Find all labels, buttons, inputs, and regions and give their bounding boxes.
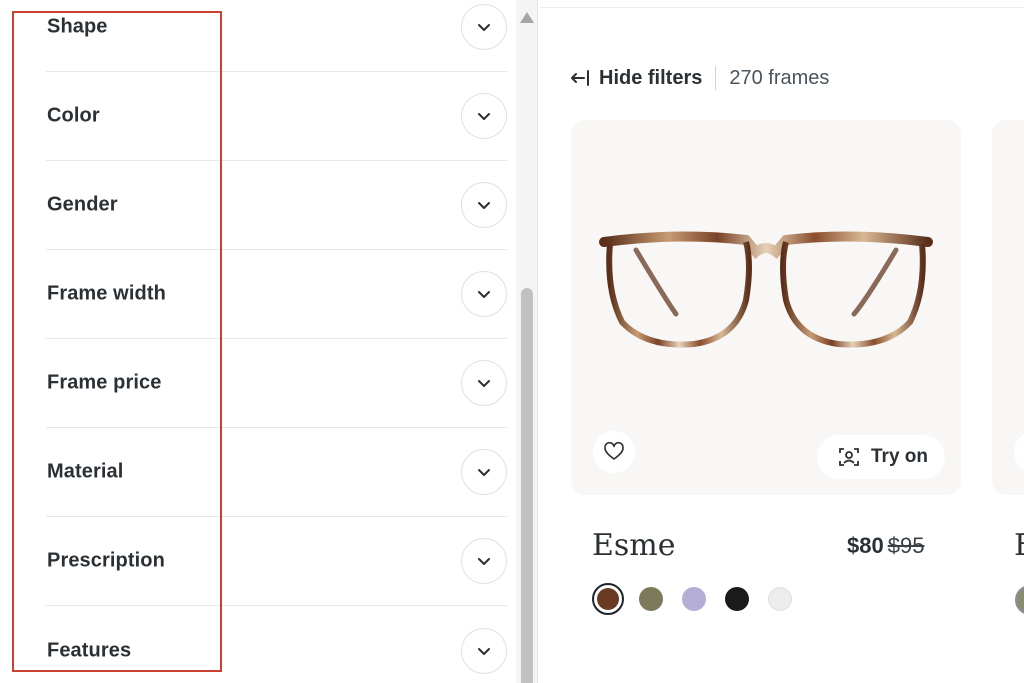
- color-swatch[interactable]: [682, 587, 706, 611]
- filter-color[interactable]: Color: [46, 72, 507, 161]
- filter-label: Shape: [47, 15, 108, 38]
- frame-count: 270 frames: [729, 66, 830, 89]
- expand-frame-width-button[interactable]: [461, 271, 507, 317]
- expand-shape-button[interactable]: [461, 4, 507, 50]
- filter-prescription[interactable]: Prescription: [46, 517, 507, 606]
- expand-color-button[interactable]: [461, 93, 507, 139]
- color-swatch[interactable]: [725, 587, 749, 611]
- expand-material-button[interactable]: [461, 449, 507, 495]
- product-price: $80: [847, 533, 884, 558]
- filter-features[interactable]: Features: [46, 606, 507, 683]
- favorite-button[interactable]: [593, 431, 635, 473]
- next-favorite-button[interactable]: [1014, 431, 1024, 473]
- chevron-down-icon: [478, 380, 490, 387]
- product-price-group: $80 $95: [847, 533, 924, 559]
- chevron-down-icon: [478, 558, 490, 565]
- filter-label: Features: [47, 639, 132, 661]
- chevron-down-icon: [478, 469, 490, 476]
- chevron-down-icon: [478, 647, 490, 655]
- color-swatch[interactable]: [768, 587, 792, 611]
- arrow-left-bar-icon[interactable]: [569, 67, 591, 89]
- filter-label: Gender: [47, 193, 118, 216]
- filter-label: Prescription: [47, 549, 165, 572]
- filter-gender[interactable]: Gender: [46, 161, 507, 250]
- filter-label: Material: [47, 460, 124, 483]
- filter-frame-width[interactable]: Frame width: [46, 250, 507, 339]
- expand-prescription-button[interactable]: [461, 538, 507, 584]
- chevron-down-icon: [478, 113, 490, 120]
- next-color-swatch[interactable]: [1015, 585, 1024, 615]
- scroll-up-arrow-icon[interactable]: [520, 12, 534, 23]
- filter-label: Frame price: [47, 371, 162, 394]
- top-divider: [540, 0, 1024, 8]
- color-swatch[interactable]: [639, 587, 663, 611]
- expand-features-button[interactable]: [461, 627, 507, 674]
- filter-label: Color: [47, 104, 100, 127]
- heart-icon: [604, 441, 624, 460]
- chevron-down-icon: [478, 291, 490, 298]
- glasses-image: [599, 231, 933, 348]
- filter-panel: Shape Color Gender Frame width Frame pri…: [0, 0, 515, 683]
- face-scan-icon: [839, 448, 859, 466]
- product-name[interactable]: Esme: [592, 528, 676, 563]
- toolbar-divider: [715, 66, 717, 90]
- color-swatch[interactable]: [592, 583, 624, 615]
- product-original-price: $95: [887, 533, 925, 558]
- filter-shape[interactable]: Shape: [46, 0, 507, 72]
- next-product-name[interactable]: E: [1014, 528, 1024, 563]
- filter-frame-price[interactable]: Frame price: [46, 339, 507, 428]
- filter-scrollbar-thumb[interactable]: [521, 288, 533, 683]
- toolbar: Hide filters 270 frames: [569, 64, 829, 92]
- try-on-label: Try on: [871, 446, 929, 467]
- next-product-card[interactable]: [992, 120, 1024, 495]
- filter-label: Frame width: [47, 282, 166, 305]
- try-on-button[interactable]: Try on: [817, 435, 945, 479]
- chevron-down-icon: [478, 24, 490, 31]
- hide-filters-button[interactable]: Hide filters: [599, 67, 702, 90]
- expand-frame-price-button[interactable]: [461, 360, 507, 406]
- chevron-down-icon: [478, 202, 490, 209]
- product-card[interactable]: Try on: [571, 120, 961, 495]
- filter-material[interactable]: Material: [46, 428, 507, 517]
- expand-gender-button[interactable]: [461, 182, 507, 228]
